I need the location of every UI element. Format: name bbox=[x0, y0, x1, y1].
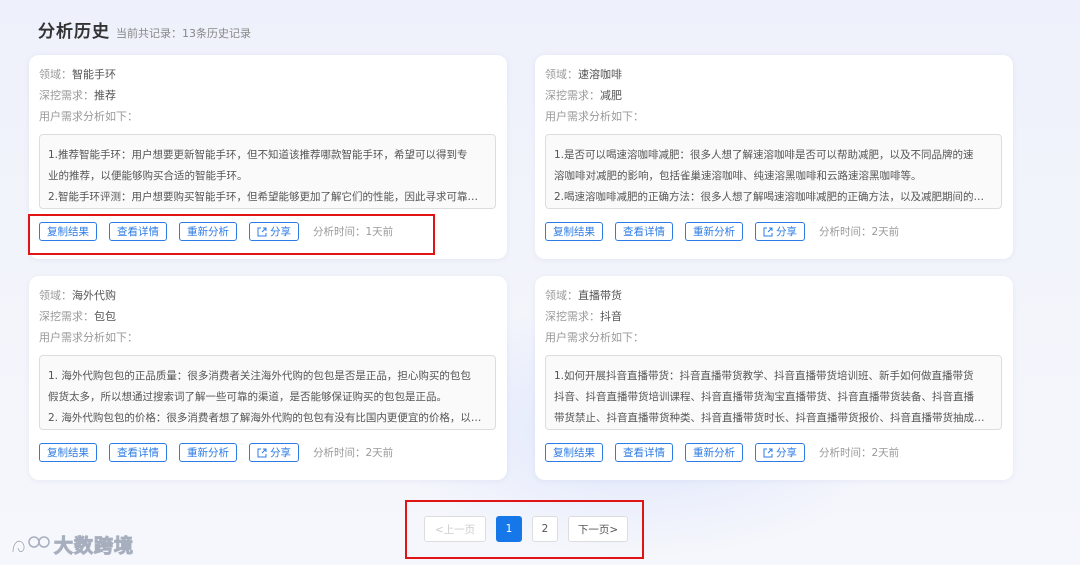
share-button[interactable]: 分享 bbox=[755, 222, 805, 241]
watermark-logo-icon bbox=[11, 535, 50, 553]
card-actions: 复制结果 查看详情 重新分析 分享 分析时间：2天前 bbox=[545, 222, 899, 241]
analysis-time: 分析时间：2天前 bbox=[819, 226, 900, 238]
card-domain: 领域：海外代购 bbox=[39, 289, 116, 302]
card-actions: 复制结果 查看详情 重新分析 分享 分析时间：1天前 bbox=[39, 222, 393, 241]
copy-result-button[interactable]: 复制结果 bbox=[39, 443, 97, 462]
card-actions: 复制结果 查看详情 重新分析 分享 分析时间：2天前 bbox=[545, 443, 899, 462]
reanalyze-button[interactable]: 重新分析 bbox=[179, 443, 237, 462]
card-need: 深挖需求：抖音 bbox=[545, 310, 622, 323]
card-actions: 复制结果 查看详情 重新分析 分享 分析时间：2天前 bbox=[39, 443, 393, 462]
view-detail-button[interactable]: 查看详情 bbox=[615, 443, 673, 462]
result-line: 溶咖啡对减肥的影响，包括雀巢速溶咖啡、纯速溶黑咖啡和云路速溶黑咖啡等。 bbox=[554, 170, 922, 182]
record-count: 当前共记录：13条历史记录 bbox=[116, 27, 251, 40]
card-analysis-label: 用户需求分析如下： bbox=[545, 331, 644, 344]
history-card: 领域：直播带货 深挖需求：抖音 用户需求分析如下： 1.如何开展抖音直播带货：抖… bbox=[535, 276, 1013, 480]
copy-result-button[interactable]: 复制结果 bbox=[39, 222, 97, 241]
analysis-result-box: 1.是否可以喝速溶咖啡减肥：很多人想了解速溶咖啡是否可以帮助减肥，以及不同品牌的… bbox=[545, 134, 1002, 209]
share-button[interactable]: 分享 bbox=[249, 222, 299, 241]
result-line: 2. 海外代购包包的价格：很多消费者想了解海外代购的包包有没有比国内更便宜的价格… bbox=[48, 412, 487, 424]
result-line: 2.喝速溶咖啡减肥的正确方法：很多人想了解喝速溶咖啡减肥的正确方法，以及减肥期间… bbox=[554, 191, 993, 203]
copy-result-button[interactable]: 复制结果 bbox=[545, 443, 603, 462]
share-button[interactable]: 分享 bbox=[249, 443, 299, 462]
result-line: 业的推荐，以便能够购买合适的智能手环。 bbox=[48, 170, 248, 182]
view-detail-button[interactable]: 查看详情 bbox=[109, 443, 167, 462]
analysis-result-box: 1.推荐智能手环：用户想要更新智能手环，但不知道该推荐哪款智能手环，希望可以得到… bbox=[39, 134, 496, 209]
page-2-button[interactable]: 2 bbox=[532, 516, 558, 542]
result-line: 1. 海外代购包包的正品质量：很多消费者关注海外代购的包包是否是正品，担心购买的… bbox=[48, 370, 471, 382]
watermark-text: 大数跨境 bbox=[53, 535, 135, 558]
card-need: 深挖需求：减肥 bbox=[545, 89, 622, 102]
reanalyze-button[interactable]: 重新分析 bbox=[685, 443, 743, 462]
share-button[interactable]: 分享 bbox=[755, 443, 805, 462]
card-domain: 领域：智能手环 bbox=[39, 68, 116, 81]
card-domain: 领域：直播带货 bbox=[545, 289, 622, 302]
analysis-result-box: 1.如何开展抖音直播带货：抖音直播带货教学、抖音直播带货培训班、新手如何做直播带… bbox=[545, 355, 1002, 430]
pagination: <上一页 1 2 下一页> bbox=[424, 516, 628, 542]
watermark: 大数跨境 bbox=[10, 531, 134, 558]
analysis-time: 分析时间：2天前 bbox=[313, 447, 394, 459]
copy-result-button[interactable]: 复制结果 bbox=[545, 222, 603, 241]
result-line: 1.如何开展抖音直播带货：抖音直播带货教学、抖音直播带货培训班、新手如何做直播带… bbox=[554, 370, 974, 382]
card-need: 深挖需求：包包 bbox=[39, 310, 116, 323]
reanalyze-button[interactable]: 重新分析 bbox=[685, 222, 743, 241]
result-line: 假货太多，所以想通过搜索词了解一些可靠的渠道，是否能够保证购买的包包是正品。 bbox=[48, 391, 447, 403]
page-title: 分析历史 bbox=[38, 22, 110, 42]
view-detail-button[interactable]: 查看详情 bbox=[109, 222, 167, 241]
share-icon bbox=[763, 227, 773, 236]
result-line: 1.是否可以喝速溶咖啡减肥：很多人想了解速溶咖啡是否可以帮助减肥，以及不同品牌的… bbox=[554, 149, 974, 161]
view-detail-button[interactable]: 查看详情 bbox=[615, 222, 673, 241]
result-line: 1.推荐智能手环：用户想要更新智能手环，但不知道该推荐哪款智能手环，希望可以得到… bbox=[48, 149, 468, 161]
analysis-time: 分析时间：1天前 bbox=[313, 226, 394, 238]
result-line: 2.智能手环评测：用户想要购买智能手环，但希望能够更加了解它们的性能，因此寻求可… bbox=[48, 191, 487, 203]
history-card: 领域：速溶咖啡 深挖需求：减肥 用户需求分析如下： 1.是否可以喝速溶咖啡减肥：… bbox=[535, 55, 1013, 259]
prev-page-button[interactable]: <上一页 bbox=[424, 516, 486, 542]
share-icon bbox=[763, 448, 773, 457]
analysis-time: 分析时间：2天前 bbox=[819, 447, 900, 459]
analysis-result-box: 1. 海外代购包包的正品质量：很多消费者关注海外代购的包包是否是正品，担心购买的… bbox=[39, 355, 496, 430]
share-icon bbox=[257, 227, 267, 236]
result-line: 抖音、抖音直播带货培训课程、抖音直播带货淘宝直播带货、抖音直播带货装备、抖音直播 bbox=[554, 391, 974, 403]
share-icon bbox=[257, 448, 267, 457]
card-need: 深挖需求：推荐 bbox=[39, 89, 116, 102]
history-card: 领域：海外代购 深挖需求：包包 用户需求分析如下： 1. 海外代购包包的正品质量… bbox=[29, 276, 507, 480]
card-analysis-label: 用户需求分析如下： bbox=[39, 331, 138, 344]
result-line: 带货禁止、抖音直播带货种类、抖音直播带货时长、抖音直播带货报价、抖音直播带货抽成… bbox=[554, 412, 993, 424]
page-header: 分析历史 当前共记录：13条历史记录 bbox=[38, 17, 251, 42]
card-analysis-label: 用户需求分析如下： bbox=[39, 110, 138, 123]
reanalyze-button[interactable]: 重新分析 bbox=[179, 222, 237, 241]
history-card: 领域：智能手环 深挖需求：推荐 用户需求分析如下： 1.推荐智能手环：用户想要更… bbox=[29, 55, 507, 259]
card-analysis-label: 用户需求分析如下： bbox=[545, 110, 644, 123]
card-domain: 领域：速溶咖啡 bbox=[545, 68, 622, 81]
page-1-button[interactable]: 1 bbox=[496, 516, 522, 542]
next-page-button[interactable]: 下一页> bbox=[568, 516, 628, 542]
